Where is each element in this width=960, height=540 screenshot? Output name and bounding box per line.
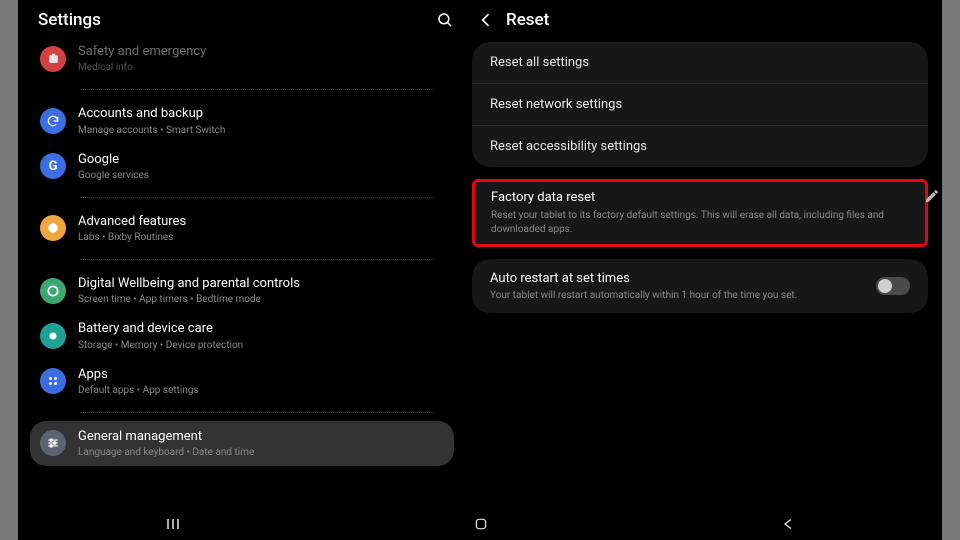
settings-list[interactable]: Safety and emergency Medical info Accoun… — [18, 36, 470, 474]
gear-icon — [40, 215, 66, 241]
factory-reset-title: Factory data reset — [491, 190, 909, 205]
search-icon[interactable] — [436, 11, 454, 29]
factory-data-reset[interactable]: Factory data reset Reset your tablet to … — [472, 179, 928, 247]
divider — [80, 197, 434, 198]
recent-apps-button[interactable] — [163, 517, 183, 531]
auto-restart-desc: Your tablet will restart automatically w… — [490, 290, 797, 301]
reset-options-card: Reset all settings Reset network setting… — [472, 42, 928, 167]
item-sub: Language and keyboard • Date and time — [78, 447, 254, 458]
settings-item-battery[interactable]: Battery and device care Storage • Memory… — [30, 313, 454, 358]
item-sub: Default apps • App settings — [78, 385, 199, 396]
auto-restart-toggle[interactable] — [876, 277, 910, 295]
item-title: Battery and device care — [78, 321, 243, 337]
item-title: Safety and emergency — [78, 44, 206, 60]
apps-icon — [40, 368, 66, 394]
divider — [80, 89, 434, 90]
reset-network-settings[interactable]: Reset network settings — [472, 83, 928, 125]
auto-restart[interactable]: Auto restart at set times Your tablet wi… — [472, 259, 928, 313]
item-title: General management — [78, 429, 254, 445]
home-button[interactable] — [473, 516, 489, 532]
back-icon[interactable] — [476, 10, 496, 30]
settings-item-accounts[interactable]: Accounts and backup Manage accounts • Sm… — [30, 98, 454, 143]
settings-item-wellbeing[interactable]: Digital Wellbeing and parental controls … — [30, 268, 454, 313]
item-sub: Google services — [78, 170, 149, 181]
device-care-icon — [40, 323, 66, 349]
detail-header: Reset — [470, 0, 932, 42]
sliders-icon — [40, 430, 66, 456]
divider — [80, 412, 434, 413]
edit-icon[interactable] — [924, 188, 940, 204]
item-title: Google — [78, 152, 149, 168]
auto-restart-title: Auto restart at set times — [490, 271, 797, 286]
item-title: Apps — [78, 367, 199, 383]
settings-item-general[interactable]: General management Language and keyboard… — [30, 421, 454, 466]
item-title: Digital Wellbeing and parental controls — [78, 276, 300, 292]
reset-all-settings[interactable]: Reset all settings — [472, 42, 928, 83]
factory-reset-desc: Reset your tablet to its factory default… — [491, 209, 909, 236]
wellbeing-icon — [40, 278, 66, 304]
item-sub: Labs • Bixby Routines — [78, 232, 186, 243]
google-icon: G — [40, 153, 66, 179]
safety-icon — [40, 46, 66, 72]
item-sub: Screen time • App timers • Bedtime mode — [78, 294, 300, 305]
navigation-bar — [18, 508, 942, 540]
device-frame: Settings Safety and emergency Medical in… — [18, 0, 942, 540]
back-button[interactable] — [779, 517, 797, 531]
item-sub: Medical info — [78, 62, 206, 73]
settings-title: Settings — [38, 10, 101, 30]
sync-icon — [40, 108, 66, 134]
detail-pane: Reset Reset all settings Reset network s… — [470, 0, 942, 540]
item-title: Advanced features — [78, 214, 186, 230]
settings-item-advanced[interactable]: Advanced features Labs • Bixby Routines — [30, 206, 454, 251]
settings-item-apps[interactable]: Apps Default apps • App settings — [30, 359, 454, 404]
settings-header: Settings — [18, 0, 470, 40]
settings-item-google[interactable]: G Google Google services — [30, 144, 454, 189]
reset-accessibility-settings[interactable]: Reset accessibility settings — [472, 125, 928, 167]
divider — [80, 259, 434, 260]
settings-item-safety[interactable]: Safety and emergency Medical info — [30, 36, 454, 81]
item-title: Accounts and backup — [78, 106, 225, 122]
detail-title: Reset — [506, 10, 549, 30]
item-sub: Manage accounts • Smart Switch — [78, 125, 225, 136]
settings-pane: Settings Safety and emergency Medical in… — [18, 0, 470, 540]
item-sub: Storage • Memory • Device protection — [78, 340, 243, 351]
